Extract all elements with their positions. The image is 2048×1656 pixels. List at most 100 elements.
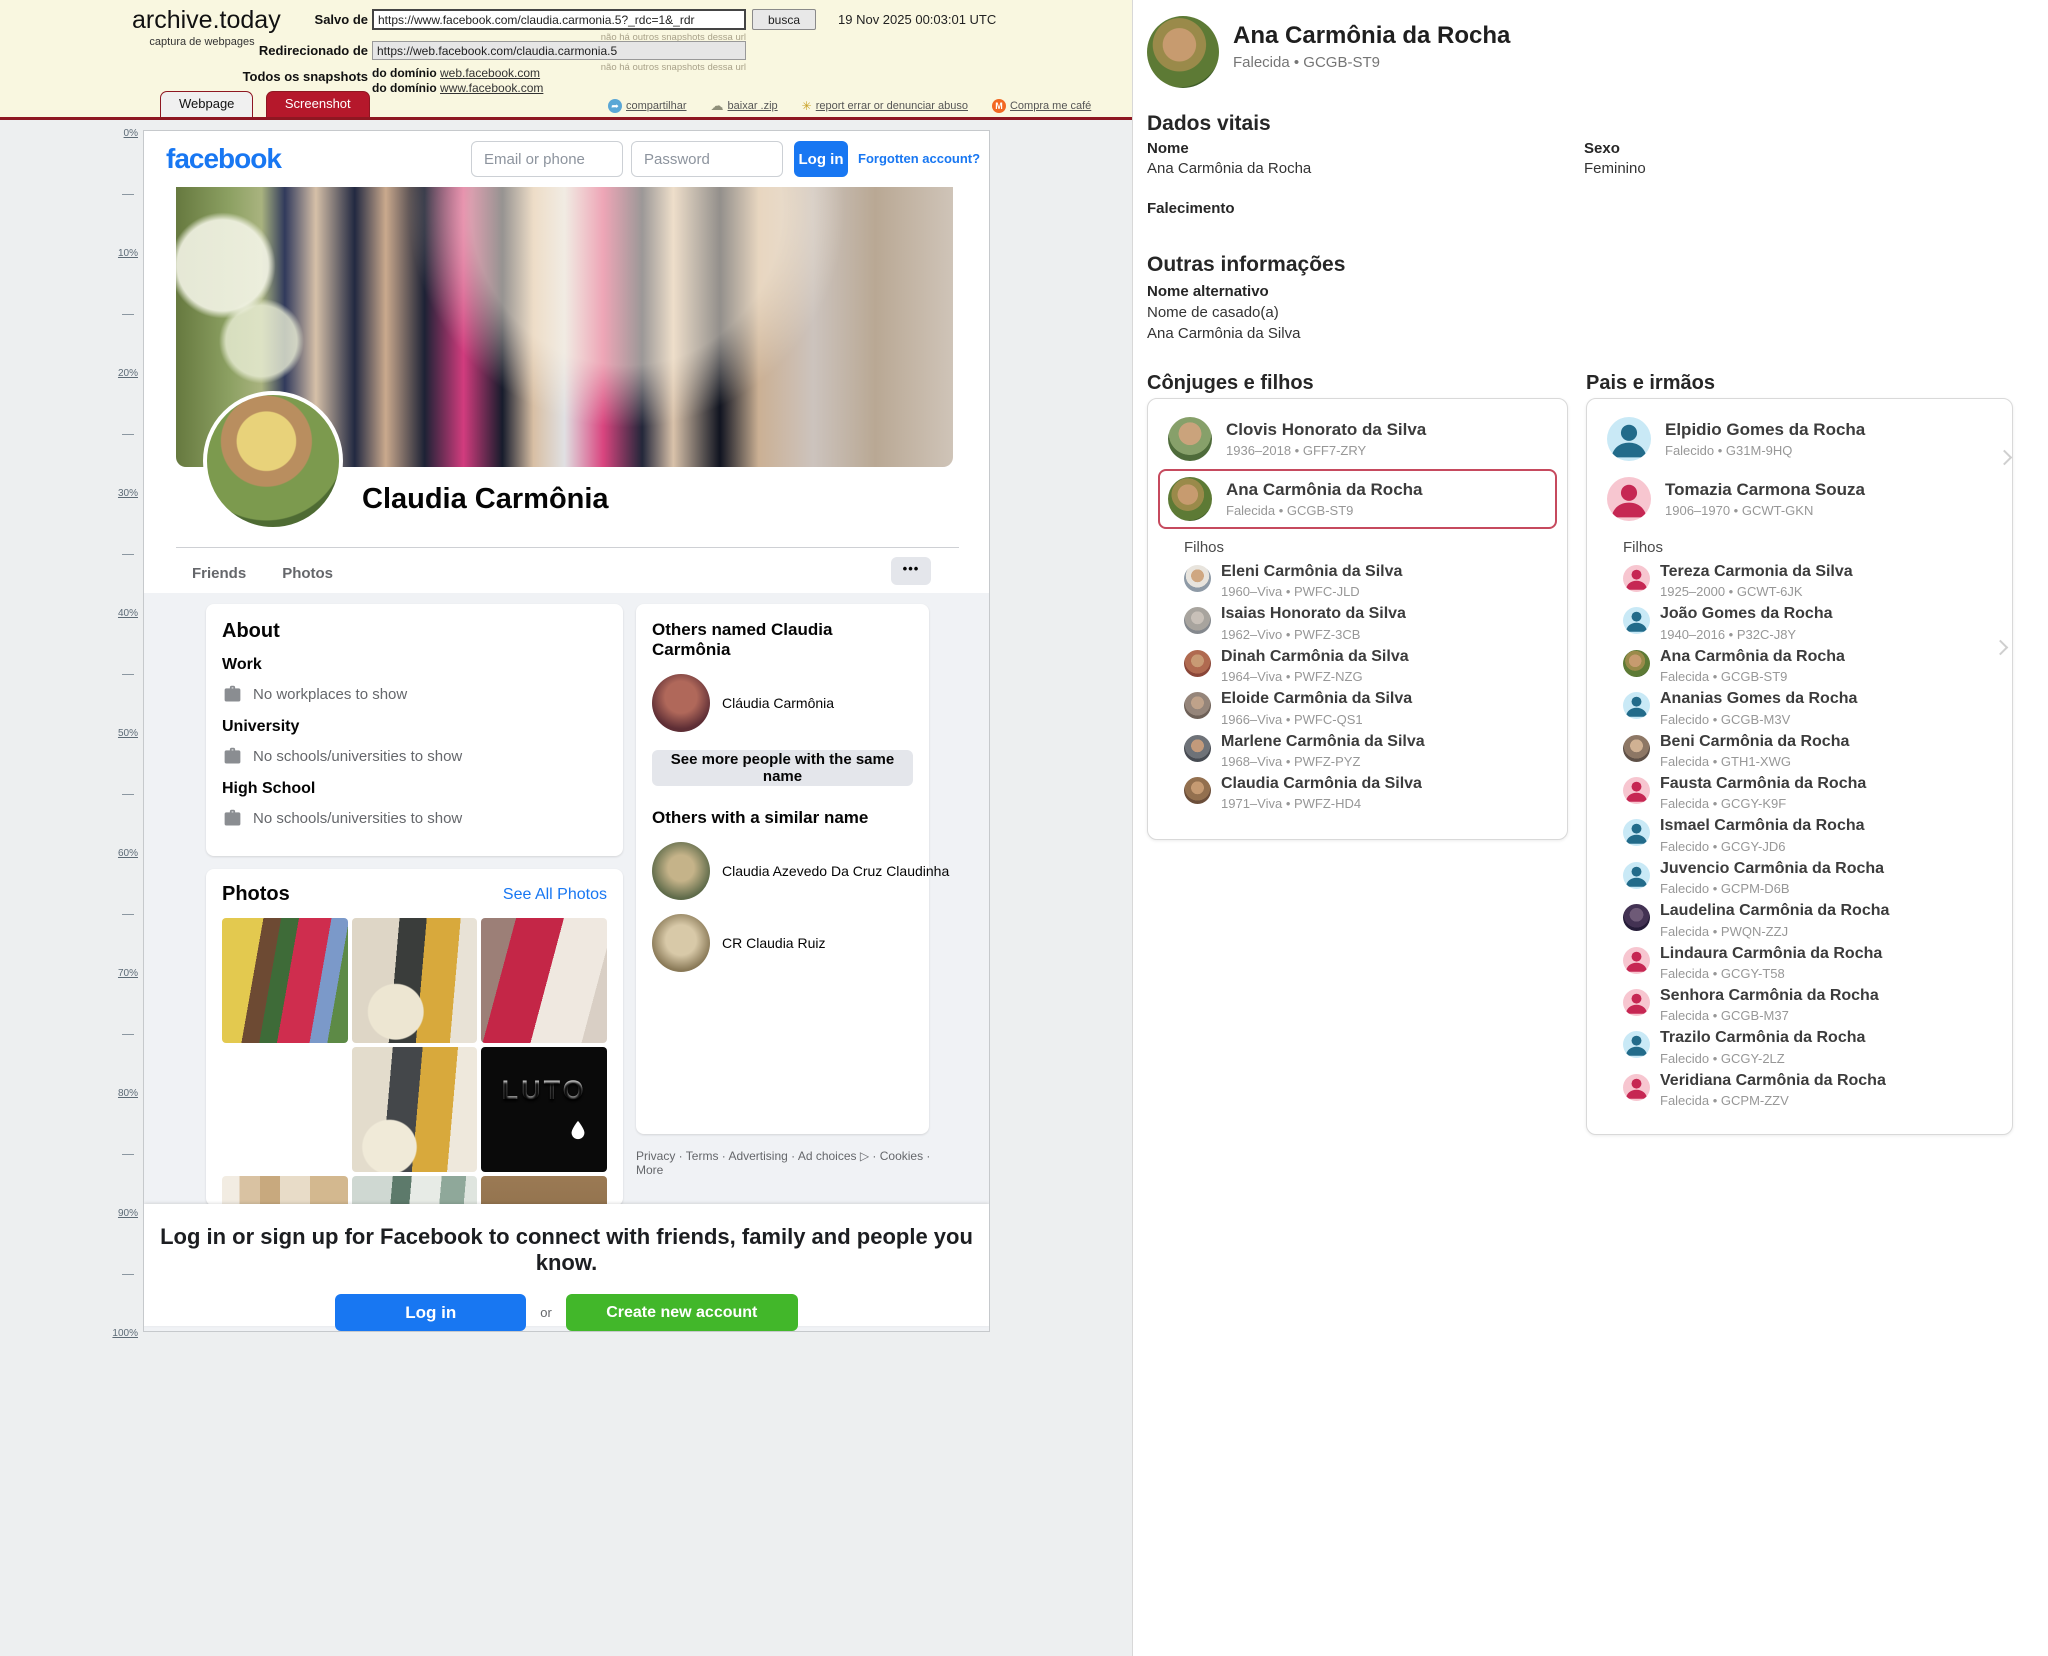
person-row[interactable]: Juvencio Carmônia da Rocha Falecido • GC… (1597, 857, 2002, 899)
person-status: Falecida • GCGB-ST9 (1233, 54, 1380, 71)
ruler-percent-label[interactable]: 30% (104, 488, 138, 499)
about-card: About Work No workplaces to show (206, 604, 623, 856)
person-row-detail: 1925–2000 • GCWT-6JK (1660, 584, 1853, 599)
person-silhouette-icon (1623, 947, 1650, 974)
person-row-detail: Falecido • G31M-9HQ (1665, 443, 1865, 458)
person-row[interactable]: Elpidio Gomes da Rocha Falecido • G31M-9… (1597, 409, 2002, 469)
person-row[interactable]: Clovis Honorato da Silva 1936–2018 • GFF… (1158, 409, 1557, 469)
person-row[interactable]: Ananias Gomes da Rocha Falecido • GCGB-M… (1597, 687, 2002, 729)
photo-thumbnail[interactable]: COLEGIO MUNICIP (481, 1176, 607, 1206)
more-options-button[interactable]: ••• (891, 557, 931, 585)
photo-thumbnail[interactable]: LUTO (481, 1047, 607, 1172)
person-silhouette-icon (1623, 565, 1650, 592)
person-silhouette-icon (1623, 819, 1650, 846)
profile-picture[interactable] (203, 391, 343, 531)
person-row[interactable]: Tereza Carmonia da Silva 1925–2000 • GCW… (1597, 560, 2002, 602)
person-silhouette-icon (1623, 1031, 1650, 1058)
photo-thumbnail[interactable] (222, 1176, 348, 1206)
photo-thumbnail[interactable] (481, 918, 607, 1043)
name-label: Nome (1147, 140, 1189, 157)
photo-thumbnail[interactable] (352, 918, 478, 1043)
search-button[interactable]: busca (752, 9, 816, 30)
person-row[interactable]: Beni Carmônia da Rocha Falecida • GTH1-X… (1597, 730, 2002, 772)
person-row-name: Dinah Carmônia da Silva (1221, 648, 1409, 666)
person-row[interactable]: Claudia Carmônia da Silva 1971–Viva • PW… (1158, 772, 1557, 814)
see-more-same-name-button[interactable]: See more people with the same name (652, 750, 913, 786)
avatar (1184, 735, 1211, 762)
person-row[interactable]: Dinah Carmônia da Silva 1964–Viva • PWFZ… (1158, 645, 1557, 687)
avatar (1623, 1074, 1650, 1101)
person-row[interactable]: Fausta Carmônia da Rocha Falecida • GCGY… (1597, 772, 2002, 814)
create-account-button[interactable]: Create new account (566, 1294, 798, 1331)
ruler-percent-label[interactable]: 50% (104, 728, 138, 739)
person-row[interactable]: João Gomes da Rocha 1940–2016 • P32C-J8Y (1597, 602, 2002, 644)
email-field[interactable] (471, 141, 623, 177)
death-label: Falecimento (1147, 200, 1235, 217)
person-row[interactable]: Laudelina Carmônia da Rocha Falecida • P… (1597, 899, 2002, 941)
about-empty-text: No workplaces to show (253, 686, 407, 703)
suggested-profile-name: Claudia Azevedo Da Cruz Claudinha (722, 863, 949, 879)
person-row[interactable]: Eleni Carmônia da Silva 1960–Viva • PWFC… (1158, 560, 1557, 602)
ruler-percent-label[interactable]: 20% (104, 368, 138, 379)
person-row[interactable]: Ana Carmônia da Rocha Falecida • GCGB-ST… (1158, 469, 1557, 529)
avatar (1623, 1031, 1650, 1058)
ruler-percent-label[interactable]: 40% (104, 608, 138, 619)
facebook-footer-links[interactable]: Privacy · Terms · Advertising · Ad choic… (636, 1149, 936, 1177)
profile-tab[interactable]: Friends (178, 555, 260, 592)
suggested-profile[interactable]: Claudia Azevedo Da Cruz Claudinha (652, 842, 913, 900)
forgotten-account-link[interactable]: Forgotten account? (858, 151, 980, 166)
photo-thumbnail[interactable] (352, 1176, 478, 1206)
spouses-children-title: Cônjuges e filhos (1147, 372, 1314, 395)
photo-thumbnail[interactable] (222, 918, 348, 1043)
person-row[interactable]: Ismael Carmônia da Rocha Falecido • GCGY… (1597, 814, 2002, 856)
facebook-logo[interactable]: facebook (166, 143, 281, 175)
avatar (1168, 417, 1212, 461)
person-silhouette-icon (1607, 477, 1651, 521)
person-row[interactable]: Isaias Honorato da Silva 1962–Vivo • PWF… (1158, 602, 1557, 644)
ruler-percent-label[interactable]: 60% (104, 848, 138, 859)
person-row-detail: 1906–1970 • GCWT-GKN (1665, 503, 1865, 518)
person-row[interactable]: Senhora Carmônia da Rocha Falecida • GCG… (1597, 984, 2002, 1026)
briefcase-icon (222, 684, 243, 705)
about-section: University No schools/universities to sh… (222, 718, 607, 767)
tab-webpage[interactable]: Webpage (160, 91, 253, 117)
parents-siblings-title: Pais e irmãos (1586, 372, 1715, 395)
saved-from-label: Salvo de (240, 12, 368, 27)
redirected-url-input[interactable] (372, 41, 746, 60)
person-row[interactable]: Marlene Carmônia da Silva 1968–Viva • PW… (1158, 730, 1557, 772)
profile-tab[interactable]: Photos (268, 555, 347, 592)
photo-thumbnail[interactable] (352, 1047, 478, 1172)
spouse-couple-list: Clovis Honorato da Silva 1936–2018 • GFF… (1158, 409, 1557, 529)
ruler-percent-label[interactable]: 0% (104, 128, 138, 139)
suggested-profile[interactable]: Cláudia Carmônia (652, 674, 913, 732)
person-portrait[interactable] (1147, 16, 1219, 88)
photo-thumbnail[interactable] (222, 1047, 348, 1172)
cta-login-button[interactable]: Log in (335, 1294, 526, 1331)
person-row[interactable]: Ana Carmônia da Rocha Falecida • GCGB-ST… (1597, 645, 2002, 687)
name-value: Ana Carmônia da Rocha (1147, 160, 1311, 177)
saved-url-input[interactable] (372, 9, 746, 30)
ruler-percent-label[interactable]: 90% (104, 1208, 138, 1219)
domain-link[interactable]: web.facebook.com (440, 66, 540, 80)
person-row[interactable]: Trazilo Carmônia da Rocha Falecido • GCG… (1597, 1026, 2002, 1068)
ruler-percent-label[interactable]: 10% (104, 248, 138, 259)
suggested-profile[interactable]: CR Claudia Ruiz (652, 914, 913, 972)
person-row[interactable]: Lindaura Carmônia da Rocha Falecida • GC… (1597, 942, 2002, 984)
ruler-tick (122, 1274, 134, 1275)
person-row[interactable]: Tomazia Carmona Souza 1906–1970 • GCWT-G… (1597, 469, 2002, 529)
login-button[interactable]: Log in (794, 141, 848, 177)
tab-screenshot[interactable]: Screenshot (266, 91, 370, 117)
person-row-name: Claudia Carmônia da Silva (1221, 775, 1422, 793)
ruler-percent-label[interactable]: 100% (104, 1328, 138, 1339)
cta-text: Log in or sign up for Facebook to connec… (144, 1224, 989, 1276)
password-field[interactable] (631, 141, 783, 177)
screen: archive.today captura de webpages Salvo … (0, 0, 2048, 1656)
married-name-value: Ana Carmônia da Silva (1147, 325, 1300, 342)
person-row[interactable]: Veridiana Carmônia da Rocha Falecida • G… (1597, 1069, 2002, 1111)
ruler-percent-label[interactable]: 70% (104, 968, 138, 979)
see-all-photos-link[interactable]: See All Photos (503, 886, 607, 904)
person-row[interactable]: Eloide Carmônia da Silva 1966–Viva • PWF… (1158, 687, 1557, 729)
person-row-name: Ana Carmônia da Rocha (1226, 480, 1423, 500)
person-row-detail: Falecida • GCGB-ST9 (1226, 503, 1423, 518)
ruler-percent-label[interactable]: 80% (104, 1088, 138, 1099)
